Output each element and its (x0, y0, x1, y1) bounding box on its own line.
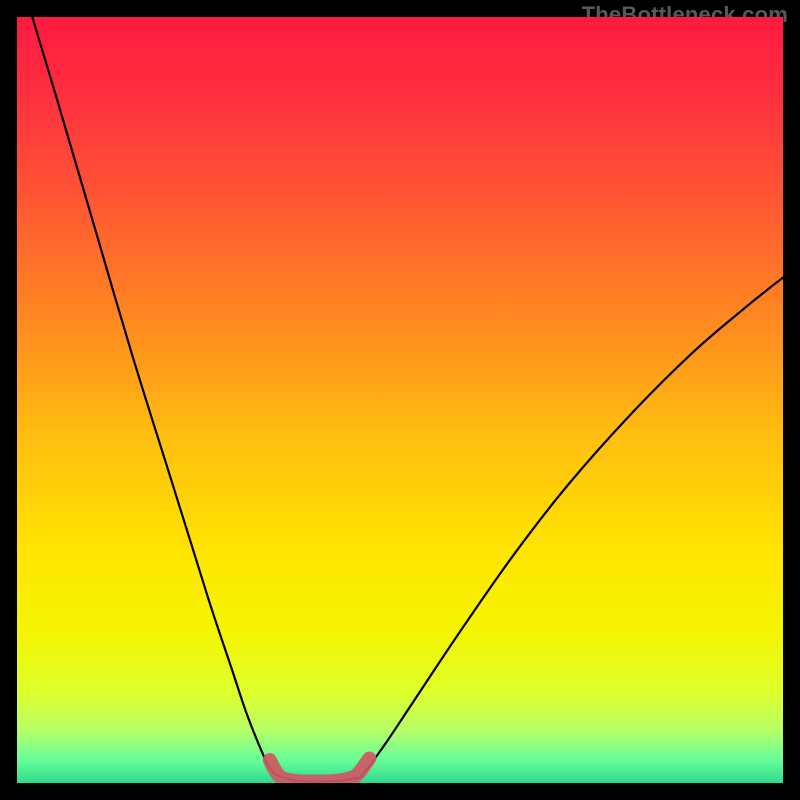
gradient-background (17, 17, 783, 783)
chart-frame: TheBottleneck.com (0, 0, 800, 800)
bottleneck-chart (17, 17, 783, 783)
